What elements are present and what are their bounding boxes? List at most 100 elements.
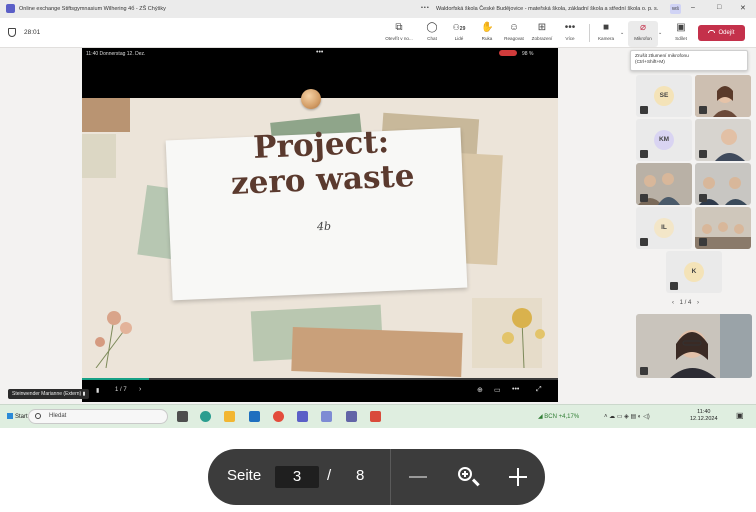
chevron-left-icon[interactable]: ‹ <box>672 300 674 306</box>
more-button[interactable]: ••• Více <box>555 21 585 47</box>
teams-active-icon[interactable] <box>346 411 357 422</box>
zoom-icon-handle <box>472 478 480 486</box>
organization-name: Waldorfská škola České Budějovice - mate… <box>436 6 659 12</box>
zoom-in-icon[interactable]: ⊕ <box>477 386 483 394</box>
self-video <box>636 314 752 378</box>
participants-pager: ‹ 1 / 4 › <box>672 300 700 306</box>
chrome-icon[interactable] <box>273 411 284 422</box>
file-explorer-icon[interactable] <box>224 411 235 422</box>
window-title-bar: Online exchange Stiftsgymnasium Wilherin… <box>0 0 756 18</box>
zoom-icon[interactable] <box>458 467 472 481</box>
meeting-title: Online exchange Stiftsgymnasium Wilherin… <box>19 6 166 12</box>
chat-icon: ◯ <box>426 22 438 33</box>
toolbar-divider <box>589 24 590 42</box>
participant-tile[interactable]: KM <box>636 119 692 161</box>
presentation-controls: ▮ 1 / 7 › ⊕ ▭ ••• ⤢ <box>82 378 558 402</box>
more-options-icon[interactable]: ••• <box>421 5 430 11</box>
mic-icon <box>640 367 648 375</box>
yellow-flower-illustration <box>494 298 554 369</box>
teams-icon[interactable] <box>297 411 308 422</box>
page-counter: 1 / 7 <box>115 387 127 393</box>
taskbar-search[interactable]: Hledat <box>28 409 168 424</box>
page-number-input[interactable]: 3 <box>275 466 319 488</box>
chart-icon: ◢ <box>538 414 543 420</box>
shield-icon <box>8 28 16 37</box>
shared-screen-stage: 11:40 Donnerstag 12. Dez. ••• 98 % Proje… <box>82 48 558 402</box>
avatar: KM <box>654 130 674 150</box>
avatar: IL <box>654 218 674 238</box>
pdf-viewer-toolbar: Seite 3 / 8 <box>208 449 545 505</box>
participant-video-tile[interactable] <box>695 163 751 205</box>
fullscreen-icon[interactable]: ⤢ <box>536 386 542 394</box>
teams-window: Online exchange Stiftsgymnasium Wilherin… <box>0 0 756 428</box>
smile-icon: ☺ <box>508 22 520 33</box>
taskbar-clock[interactable]: 11:40 12.12.2024 <box>690 409 718 423</box>
people-icon: ⚇29 <box>452 23 466 32</box>
mic-icon <box>699 150 707 158</box>
mic-icon <box>640 238 648 246</box>
share-screen-icon: ▣ <box>676 22 686 33</box>
participant-video-tile[interactable] <box>695 119 751 161</box>
paper-scrap <box>82 98 130 132</box>
participant-video-tile[interactable] <box>636 163 692 205</box>
slide-title: Project: zero waste <box>230 124 416 202</box>
raise-hand-button[interactable]: ✋ Ruka <box>472 21 502 47</box>
mail-icon[interactable] <box>249 411 260 422</box>
mic-icon <box>699 106 707 114</box>
participant-video-tile[interactable] <box>695 207 751 249</box>
participant-tile[interactable]: IL <box>636 207 692 249</box>
close-window-icon[interactable]: ✕ <box>740 4 746 12</box>
microphone-button[interactable]: ⌀ Mikrofon <box>628 21 658 47</box>
mic-icon <box>640 106 648 114</box>
market-ticker[interactable]: ◢ BCN +4,17% <box>538 413 579 420</box>
people-button[interactable]: ⚇29 Lidé <box>444 21 474 47</box>
more-dots-icon[interactable]: ••• <box>512 386 519 393</box>
mic-icon <box>670 282 678 290</box>
next-slide-icon[interactable]: › <box>139 386 141 393</box>
slide-subtitle: 4b <box>316 219 332 234</box>
camera-button[interactable]: ■ Kamera <box>591 21 621 47</box>
microphone-muted-icon: ⌀ <box>639 22 647 33</box>
forms-icon[interactable] <box>321 411 332 422</box>
keyboard-icon[interactable]: ▭ <box>494 386 501 394</box>
minimize-icon[interactable]: – <box>691 4 695 11</box>
edge-icon[interactable] <box>200 411 211 422</box>
participant-video-tile[interactable] <box>695 75 751 117</box>
zoom-out-icon[interactable] <box>409 476 427 478</box>
chat-button[interactable]: ◯ Chat <box>417 21 447 47</box>
page-label: Seite <box>227 467 262 484</box>
recording-indicator <box>499 50 517 56</box>
mic-icon: ▮ <box>82 391 86 397</box>
total-pages: 8 <box>356 467 365 484</box>
view-button[interactable]: ⊞ Zobrazení <box>527 21 557 47</box>
app-icon[interactable] <box>370 411 381 422</box>
self-video-tile[interactable] <box>636 314 752 378</box>
slide-progress-track <box>82 378 558 380</box>
zoom-in-icon[interactable] <box>509 468 527 486</box>
participant-tile[interactable]: SE <box>636 75 692 117</box>
react-button[interactable]: ☺ Reagovat <box>499 21 529 47</box>
org-avatar[interactable]: WŠ <box>670 4 681 14</box>
avatar: SE <box>654 86 674 106</box>
camera-options-chevron-icon[interactable]: ⌄ <box>620 30 624 36</box>
teams-logo-icon <box>6 4 15 13</box>
chevron-right-icon[interactable]: › <box>697 300 699 306</box>
participant-tile[interactable]: K <box>666 251 722 293</box>
shared-device-status-bar: 11:40 Donnerstag 12. Dez. ••• 98 % <box>82 48 558 98</box>
paper-scrap <box>291 327 463 377</box>
leave-button[interactable]: Odejít <box>698 25 745 41</box>
camera-icon: ■ <box>602 22 610 33</box>
maximize-icon[interactable]: □ <box>717 4 721 11</box>
hand-icon: ✋ <box>481 22 494 33</box>
pushpin-icon <box>301 89 321 109</box>
notification-icon[interactable]: ▣ <box>736 411 744 420</box>
meeting-toolbar: 28:01 ⧉ Otevřít v no... ◯ Chat ⚇29 Lidé … <box>0 18 756 48</box>
system-tray-icons[interactable]: ˄ ☁ ▭ ◈ ▤ ◐ ◁) <box>604 413 650 420</box>
mic-icon <box>699 238 707 246</box>
open-new-window-button[interactable]: ⧉ Otevřít v no... <box>381 21 417 47</box>
task-view-icon[interactable] <box>177 411 188 422</box>
mic-options-chevron-icon[interactable]: ⌄ <box>658 30 662 36</box>
share-button[interactable]: ▣ Sdílet <box>666 21 696 47</box>
mic-icon <box>640 150 648 158</box>
flower-illustration <box>86 298 146 369</box>
